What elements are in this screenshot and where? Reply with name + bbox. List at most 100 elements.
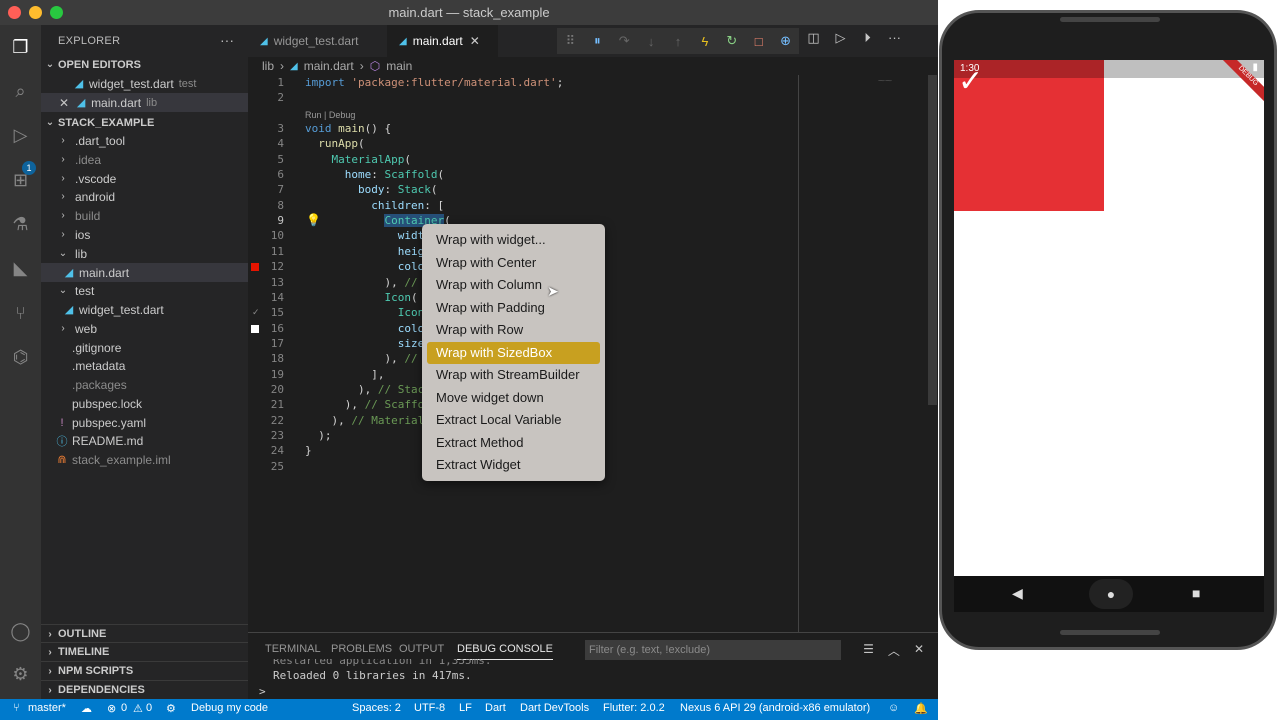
tab-output[interactable]: OUTPUT	[399, 643, 444, 655]
files-icon[interactable]: ❐	[8, 35, 33, 60]
tree-item-folder[interactable]: ⌄ lib	[41, 244, 248, 263]
lightbulb-icon[interactable]: 💡	[306, 213, 321, 227]
step-into-icon[interactable]: ↓	[638, 34, 665, 49]
sync-icon[interactable]: ☁	[81, 702, 92, 715]
tree-item-file[interactable]: ◢ main.dart	[41, 263, 248, 282]
tree-item-folder[interactable]: › .vscode	[41, 169, 248, 188]
notifications-icon[interactable]: 🔔	[914, 702, 928, 715]
account-icon[interactable]: ◯	[8, 619, 33, 644]
npm-scripts-section[interactable]: › NPM SCRIPTS	[41, 661, 248, 680]
pause-icon[interactable]: ⏸	[584, 33, 611, 49]
back-icon[interactable]: ◀	[1012, 585, 1023, 602]
breakpoint-icon[interactable]	[251, 263, 259, 271]
code-lens[interactable]: Run | Debug	[305, 110, 355, 120]
tree-item-file[interactable]: ◢ widget_test.dart	[41, 300, 248, 319]
tree-item-folder[interactable]: ⌄ test	[41, 281, 248, 300]
extensions-icon[interactable]: ⊞	[8, 168, 33, 193]
menu-item-wrap-column[interactable]: Wrap with Column	[427, 274, 600, 297]
tree-item-folder[interactable]: › web	[41, 319, 248, 338]
remote-icon[interactable]: ⌬	[8, 345, 33, 370]
step-over-icon[interactable]: ↷	[611, 33, 638, 49]
tree-item-file[interactable]: ! pubspec.yaml	[41, 413, 248, 432]
language-mode[interactable]: Dart	[485, 702, 506, 714]
breadcrumb-folder[interactable]: lib	[262, 59, 274, 73]
run-debug-icon[interactable]: ⏵	[854, 30, 881, 46]
menu-item-wrap-sizedbox[interactable]: Wrap with SizedBox	[427, 341, 600, 364]
dart-devtools[interactable]: Dart DevTools	[520, 702, 589, 714]
menu-item-extract-method[interactable]: Extract Method	[427, 432, 600, 455]
tree-item-folder[interactable]: › ios	[41, 225, 248, 244]
tree-item-folder[interactable]: › android	[41, 187, 248, 206]
minimize-window-button[interactable]	[29, 6, 42, 19]
breadcrumb-file[interactable]: main.dart	[304, 59, 354, 73]
tree-item-file[interactable]: .metadata	[41, 356, 248, 375]
open-editors-header[interactable]: ⌄ OPEN EDITORS	[41, 55, 248, 74]
hot-reload-icon[interactable]: ϟ	[691, 34, 718, 49]
tab-widget-test[interactable]: ◢ widget_test.dart	[248, 25, 386, 57]
run-icon[interactable]: ▷	[827, 30, 854, 46]
problems-count[interactable]: 0	[121, 702, 127, 714]
feedback-icon[interactable]: ☺	[888, 702, 899, 714]
git-graph-icon[interactable]: ⑂	[8, 301, 33, 326]
menu-item-extract-local-variable[interactable]: Extract Local Variable	[427, 409, 600, 432]
tab-problems[interactable]: PROBLEMS	[331, 643, 392, 655]
dependencies-section[interactable]: › DEPENDENCIES	[41, 680, 248, 699]
close-panel-icon[interactable]: ✕	[914, 642, 924, 659]
step-out-icon[interactable]: ↑	[665, 34, 692, 49]
stop-icon[interactable]: □	[745, 34, 772, 49]
open-editor-item[interactable]: ◢ widget_test.dart test	[41, 74, 248, 93]
menu-item-wrap-padding[interactable]: Wrap with Padding	[427, 297, 600, 320]
tree-item-file[interactable]: ⓘ README.md	[41, 431, 248, 450]
menu-item-wrap-streambuilder[interactable]: Wrap with StreamBuilder	[427, 364, 600, 387]
tree-item-file[interactable]: .gitignore	[41, 338, 248, 357]
phone-screen[interactable]: 1:30 ▮ ✓ DEBUG	[954, 60, 1264, 576]
outline-section[interactable]: › OUTLINE	[41, 624, 248, 643]
device-selector[interactable]: Nexus 6 API 29 (android-x86 emulator)	[680, 702, 870, 714]
git-branch[interactable]: master*	[28, 702, 66, 714]
testing-icon[interactable]: ⚗	[8, 212, 33, 237]
tree-item-file[interactable]: ⋒ stack_example.iml	[41, 450, 248, 469]
warnings-count[interactable]: 0	[146, 702, 152, 714]
tree-item-folder[interactable]: › build	[41, 206, 248, 225]
split-editor-icon[interactable]: ◫	[800, 30, 827, 46]
flutter-version[interactable]: Flutter: 2.0.2	[603, 702, 665, 714]
restart-icon[interactable]: ↻	[718, 33, 745, 49]
inspect-widget-icon[interactable]: ⊕	[772, 33, 799, 49]
menu-item-wrap-row[interactable]: Wrap with Row	[427, 319, 600, 342]
timeline-section[interactable]: › TIMELINE	[41, 642, 248, 661]
close-tab-icon[interactable]: ✕	[470, 34, 480, 48]
tree-item-file[interactable]: pubspec.lock	[41, 394, 248, 413]
console-prompt[interactable]: >	[259, 685, 266, 698]
console-filter-input[interactable]: Filter (e.g. text, !exclude)	[585, 640, 841, 660]
more-actions-icon[interactable]: ···	[881, 30, 908, 46]
breadcrumb-symbol[interactable]: main	[386, 59, 412, 73]
maximize-window-button[interactable]	[50, 6, 63, 19]
run-debug-icon[interactable]: ▷	[8, 123, 33, 148]
minimap[interactable]: ⁓⁓	[878, 77, 896, 91]
tab-terminal[interactable]: TERMINAL	[265, 643, 321, 655]
settings-gear-icon[interactable]: ⚙	[8, 662, 33, 687]
debug-config[interactable]: Debug my code	[191, 702, 268, 714]
indentation[interactable]: Spaces: 2	[352, 702, 401, 714]
menu-item-wrap-center[interactable]: Wrap with Center	[427, 252, 600, 275]
tree-item-folder[interactable]: › .idea	[41, 150, 248, 169]
tab-main-dart[interactable]: ◢ main.dart ✕	[387, 25, 498, 57]
line-ending[interactable]: LF	[459, 702, 472, 714]
flutter-icon[interactable]: ◣	[8, 256, 33, 281]
menu-item-move-widget-down[interactable]: Move widget down	[427, 387, 600, 410]
close-icon[interactable]: ✕	[59, 96, 69, 110]
search-icon[interactable]: ⌕	[8, 79, 33, 104]
home-icon[interactable]: ●	[1089, 579, 1133, 609]
clear-console-icon[interactable]: ☰	[863, 642, 874, 659]
tab-debug-console[interactable]: DEBUG CONSOLE	[457, 643, 553, 660]
project-header[interactable]: ⌄ STACK_EXAMPLE	[41, 113, 248, 132]
menu-item-wrap-widget[interactable]: Wrap with widget...	[427, 229, 600, 252]
menu-item-extract-widget[interactable]: Extract Widget	[427, 454, 600, 477]
recents-icon[interactable]: ■	[1192, 585, 1200, 601]
drag-handle-icon[interactable]: ⠿	[557, 33, 584, 49]
tree-item-folder[interactable]: › .dart_tool	[41, 131, 248, 150]
close-window-button[interactable]	[8, 6, 21, 19]
more-actions-icon[interactable]: ···	[220, 32, 234, 48]
encoding[interactable]: UTF-8	[414, 702, 445, 714]
breakpoint-marker-icon[interactable]	[251, 325, 259, 333]
